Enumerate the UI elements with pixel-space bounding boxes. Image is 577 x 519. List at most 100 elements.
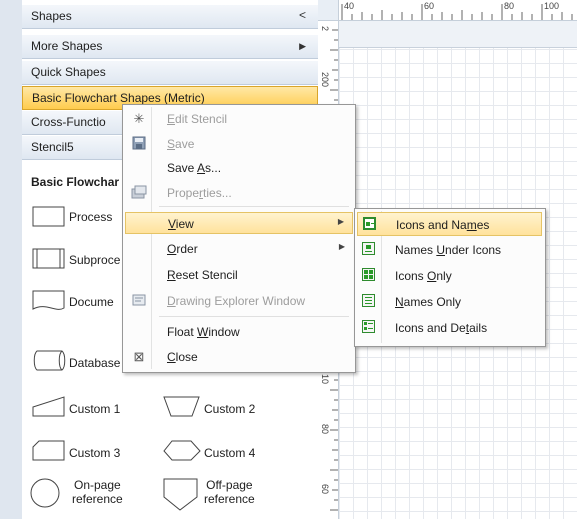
custom2-shape[interactable] bbox=[163, 396, 201, 421]
database-shape[interactable] bbox=[32, 350, 66, 375]
ruler-label: 80 bbox=[320, 424, 330, 435]
submenu-item-names-only[interactable]: Names Only bbox=[357, 290, 542, 314]
on-page-reference-shape[interactable] bbox=[30, 478, 62, 513]
names-under-icons-icon bbox=[362, 242, 375, 255]
submenu-item-icons-and-names[interactable]: Icons and Names bbox=[357, 212, 542, 236]
menu-item-close[interactable]: ⊠ Close bbox=[125, 346, 353, 368]
menu-item-label: Order bbox=[167, 242, 198, 256]
ruler-label: 200 bbox=[320, 72, 330, 88]
menu-item-label: Edit Stencil bbox=[167, 112, 228, 126]
shape-label: Custom 4 bbox=[204, 446, 256, 460]
shape-label: Custom 3 bbox=[69, 446, 121, 460]
names-only-icon bbox=[362, 294, 375, 307]
submenu-item-label: Icons and Details bbox=[395, 321, 488, 335]
custom4-shape-icon bbox=[163, 440, 201, 461]
shape-label: Process bbox=[69, 210, 113, 224]
process-shape[interactable] bbox=[32, 206, 66, 231]
submenu-item-label: Icons Only bbox=[395, 269, 452, 283]
menu-item-label: Reset Stencil bbox=[167, 268, 238, 282]
ruler-label: 100 bbox=[544, 1, 560, 11]
shape-label: Off-page reference bbox=[204, 478, 255, 506]
shape-label: Subproce bbox=[69, 253, 121, 267]
collapse-pane-icon[interactable]: < bbox=[299, 8, 306, 22]
custom3-shape-icon bbox=[32, 440, 65, 461]
submenu-item-names-under-icons[interactable]: Names Under Icons bbox=[357, 238, 542, 262]
shape-label: Database bbox=[69, 356, 121, 370]
process-shape-icon bbox=[32, 206, 65, 227]
stencil-context-menu: ✳ Edit Stencil Save Save As... Propertie… bbox=[122, 104, 356, 373]
shape-label-line: On-page bbox=[74, 478, 121, 492]
ruler-label: 40 bbox=[344, 1, 355, 11]
menu-item-save[interactable]: Save bbox=[125, 133, 353, 155]
shape-label: Custom 1 bbox=[69, 402, 121, 416]
submenu-arrow-icon: ▶ bbox=[338, 242, 345, 251]
icons-and-details-icon bbox=[362, 320, 375, 333]
submenu-arrow-icon: ▶ bbox=[337, 217, 344, 226]
subprocess-shape-icon bbox=[32, 248, 65, 269]
ruler-label: 10 bbox=[320, 374, 330, 385]
icons-and-names-icon bbox=[363, 217, 376, 230]
shape-label-line: Off-page bbox=[206, 478, 253, 492]
menu-item-reset-stencil[interactable]: Reset Stencil bbox=[125, 264, 353, 286]
menu-item-properties[interactable]: Properties... bbox=[125, 182, 353, 204]
ruler-label: 60 bbox=[320, 484, 330, 495]
stencil-cross-functional-label: Cross-Functio bbox=[31, 115, 106, 129]
view-submenu: Icons and Names Names Under Icons Icons … bbox=[354, 208, 546, 347]
database-shape-icon bbox=[33, 350, 66, 371]
ruler-label: 2 bbox=[320, 26, 330, 32]
submenu-arrow-icon: ▶ bbox=[299, 41, 306, 51]
window-edge bbox=[0, 0, 23, 519]
menu-item-save-as[interactable]: Save As... bbox=[125, 157, 353, 179]
menu-item-label: Close bbox=[167, 350, 198, 364]
menu-item-float-window[interactable]: Float Window bbox=[125, 321, 353, 343]
drawing-explorer-icon bbox=[131, 293, 147, 309]
menu-item-order[interactable]: Order ▶ bbox=[125, 238, 353, 260]
sparkle-icon: ✳ bbox=[133, 111, 145, 126]
submenu-item-label: Icons and Names bbox=[396, 218, 490, 232]
horizontal-ruler-ticks bbox=[341, 4, 573, 20]
shape-label-line: reference bbox=[204, 492, 255, 506]
off-page-reference-shape-icon bbox=[163, 478, 198, 511]
document-shape[interactable] bbox=[32, 290, 66, 317]
submenu-item-label: Names Under Icons bbox=[395, 243, 502, 257]
menu-item-label: Save As... bbox=[167, 161, 222, 175]
submenu-item-icons-and-details[interactable]: Icons and Details bbox=[357, 316, 542, 340]
custom1-shape[interactable] bbox=[32, 396, 66, 421]
menu-item-view[interactable]: View ▶ bbox=[125, 212, 353, 234]
menu-item-label: Drawing Explorer Window bbox=[167, 294, 306, 308]
menu-item-drawing-explorer[interactable]: Drawing Explorer Window bbox=[125, 290, 353, 312]
menu-item-edit-stencil[interactable]: ✳ Edit Stencil bbox=[125, 108, 353, 130]
quick-shapes-item[interactable]: Quick Shapes bbox=[22, 61, 318, 85]
shapes-pane-header[interactable]: Shapes < bbox=[22, 5, 318, 29]
shape-label-line: reference bbox=[72, 492, 123, 506]
shape-label: Custom 2 bbox=[204, 402, 256, 416]
menu-item-label: Save bbox=[167, 137, 195, 151]
quick-shapes-label: Quick Shapes bbox=[31, 65, 106, 79]
ruler-label: 60 bbox=[424, 1, 435, 11]
menu-item-label: Properties... bbox=[167, 186, 232, 200]
properties-icon bbox=[131, 185, 147, 201]
shape-label: On-page reference bbox=[72, 478, 123, 506]
custom3-shape[interactable] bbox=[32, 440, 66, 465]
menu-item-label: Float Window bbox=[167, 325, 240, 339]
ruler-label: 80 bbox=[504, 1, 515, 11]
subprocess-shape[interactable] bbox=[32, 248, 66, 273]
menu-separator bbox=[159, 206, 349, 207]
icons-only-icon bbox=[362, 268, 375, 281]
stencil-basic-flowchart-label: Basic Flowchart Shapes (Metric) bbox=[32, 91, 205, 105]
more-shapes-item[interactable]: More Shapes ▶ bbox=[22, 35, 318, 59]
shape-label: Docume bbox=[69, 295, 114, 309]
menu-separator bbox=[159, 316, 349, 317]
custom4-shape[interactable] bbox=[163, 440, 201, 465]
floppy-disk-icon bbox=[131, 136, 147, 152]
submenu-item-icons-only[interactable]: Icons Only bbox=[357, 264, 542, 288]
off-page-reference-shape[interactable] bbox=[163, 478, 199, 515]
horizontal-ruler: 40 60 80 100 bbox=[338, 0, 577, 21]
ruler-corner bbox=[318, 0, 339, 21]
page-top-band bbox=[339, 21, 577, 48]
custom2-shape-icon bbox=[163, 396, 200, 417]
document-shape-icon bbox=[32, 290, 65, 310]
submenu-item-label: Names Only bbox=[395, 295, 462, 309]
shapes-header-label: Shapes bbox=[31, 9, 72, 23]
on-page-reference-shape-icon bbox=[30, 478, 60, 508]
